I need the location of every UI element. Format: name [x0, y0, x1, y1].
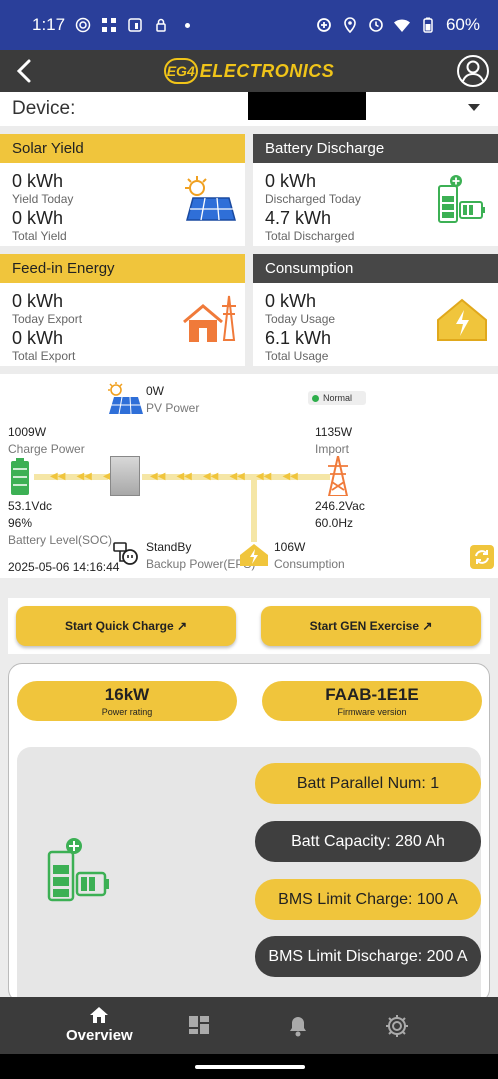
firmware-version: FAAB-1E1E Firmware version: [262, 681, 482, 721]
grid-voltage: 246.2Vac: [315, 499, 365, 513]
battery-voltage: 53.1Vdc: [8, 499, 53, 513]
card-title: Solar Yield: [0, 134, 245, 163]
card-value: 0 kWh: [12, 171, 64, 191]
card-label: Total Export: [12, 349, 76, 363]
alarm-icon: [369, 18, 383, 32]
card-value: 0 kWh: [265, 171, 317, 191]
nav-dashboard[interactable]: [188, 1015, 210, 1035]
home-icon: [90, 1007, 109, 1023]
flow-arrow: ◀◀ ◀◀ ◀◀ ◀◀ ◀◀ ◀◀: [150, 471, 298, 482]
batt-parallel-num: Batt Parallel Num: 1: [255, 763, 481, 804]
backup-state: StandBy: [146, 540, 192, 554]
solar-yield-card: Solar Yield 0 kWh Yield Today 0 kWh Tota…: [0, 134, 245, 246]
card-label: Today Usage: [265, 312, 336, 326]
fingerprint-icon: [75, 17, 91, 33]
power-rating: 16kW Power rating: [17, 681, 237, 721]
consumption-card: Consumption 0 kWh Today Usage 6.1 kWh To…: [253, 254, 498, 366]
wifi-icon: [393, 19, 410, 32]
data-saver-icon: [317, 18, 331, 32]
feed-in-energy-card: Feed-in Energy 0 kWh Today Export 0 kWh …: [0, 254, 245, 366]
bottom-navigation: Overview: [0, 997, 498, 1054]
card-label: Today Export: [12, 312, 83, 326]
card-label: Total Yield: [12, 229, 67, 243]
grid-frequency: 60.0Hz: [315, 516, 354, 530]
lock-icon: [156, 18, 166, 32]
card-label: Total Usage: [265, 349, 329, 363]
timestamp: 2025-05-06 14:16:44: [8, 560, 120, 574]
logo-mark: EG4: [163, 58, 198, 84]
card-label: Discharged Today: [265, 192, 361, 206]
card-label: Yield Today: [12, 192, 74, 206]
back-arrow-icon[interactable]: [10, 56, 40, 86]
house-power-icon: [437, 298, 487, 341]
app-header: EG4 ELECTRONICS: [0, 50, 498, 92]
battery-percent: 60%: [445, 15, 480, 34]
card-label: Total Discharged: [265, 229, 355, 243]
power-rating-value: 16kW: [104, 685, 150, 704]
batt-capacity: Batt Capacity: 280 Ah: [255, 821, 481, 862]
card-value: 0 kWh: [12, 328, 64, 348]
card-title: Feed-in Energy: [0, 254, 245, 283]
device-selector[interactable]: Device:: [0, 92, 498, 126]
nav-overview-label: Overview: [66, 1027, 133, 1044]
system-info-panel: 16kW Power rating FAAB-1E1E Firmware ver…: [8, 663, 490, 1003]
firmware-value: FAAB-1E1E: [325, 685, 419, 704]
bms-limit-discharge: BMS Limit Discharge: 200 A: [255, 936, 481, 977]
battery-charge-icon: [438, 175, 485, 223]
house-power-icon: [240, 544, 268, 566]
brand-logo: EG4 ELECTRONICS: [163, 58, 335, 84]
card-value: 4.7 kWh: [265, 208, 332, 228]
nav-notifications[interactable]: [288, 1015, 308, 1037]
gen-exercise-button[interactable]: Start GEN Exercise ↗: [261, 606, 481, 646]
battery-discharge-card: Battery Discharge 0 kWh Discharged Today…: [253, 134, 498, 246]
card-value: 0 kWh: [12, 291, 64, 311]
system-nav-bar: [0, 1054, 498, 1079]
flow-arrow: ◀◀ ◀◀ ◀◀: [50, 471, 119, 482]
battery-pack-icon: [47, 838, 109, 902]
card-title: Consumption: [253, 254, 498, 283]
battery-info-section: Batt Parallel Num: 1 Batt Capacity: 280 …: [17, 747, 481, 1003]
inverter-icon: [110, 456, 140, 496]
battery-soc-label: Battery Level(SOC): [8, 533, 113, 547]
firmware-label: Firmware version: [337, 707, 407, 717]
card-value: 0 kWh: [12, 208, 64, 228]
device-value-redacted[interactable]: [248, 92, 366, 120]
user-account-icon[interactable]: [456, 54, 490, 88]
card-value: 6.1 kWh: [265, 328, 332, 348]
consumption-label: Consumption: [274, 557, 345, 571]
power-rating-label: Power rating: [101, 707, 153, 717]
sim-icon: [128, 18, 142, 32]
logo-text: ELECTRONICS: [199, 60, 335, 81]
bms-limit-charge: BMS Limit Charge: 100 A: [255, 879, 481, 920]
card-value: 0 kWh: [265, 291, 317, 311]
nav-settings[interactable]: [384, 1013, 410, 1039]
action-bar: Start Quick Charge ↗ Start GEN Exercise …: [8, 598, 490, 654]
status-bar: 1:17 60%: [0, 0, 498, 50]
refresh-icon: [475, 550, 489, 564]
home-indicator[interactable]: [195, 1065, 305, 1069]
house-grid-icon: [183, 295, 236, 342]
notification-dot-icon: [185, 22, 191, 28]
gear-icon: [386, 1015, 408, 1037]
solar-panel-icon: [185, 176, 236, 221]
chevron-down-icon[interactable]: [468, 104, 480, 111]
refresh-button[interactable]: [470, 545, 494, 569]
energy-flow-panel: 0W PV Power Normal 1009W Charge Power 11…: [0, 374, 498, 578]
card-title: Battery Discharge: [253, 134, 498, 163]
consumption-value: 106W: [274, 540, 306, 554]
battery-soc: 96%: [8, 516, 33, 530]
grid-tower-icon: [327, 456, 349, 496]
battery-icon: [423, 17, 433, 33]
location-icon: [344, 17, 356, 33]
dashboard-icon: [189, 1016, 209, 1034]
bell-icon: [290, 1017, 306, 1037]
quick-charge-button[interactable]: Start Quick Charge ↗: [16, 606, 236, 646]
status-time: 1:17: [32, 15, 66, 34]
nav-overview[interactable]: Overview: [66, 1005, 133, 1044]
device-label: Device:: [12, 98, 76, 119]
qr-icon: [102, 18, 117, 32]
